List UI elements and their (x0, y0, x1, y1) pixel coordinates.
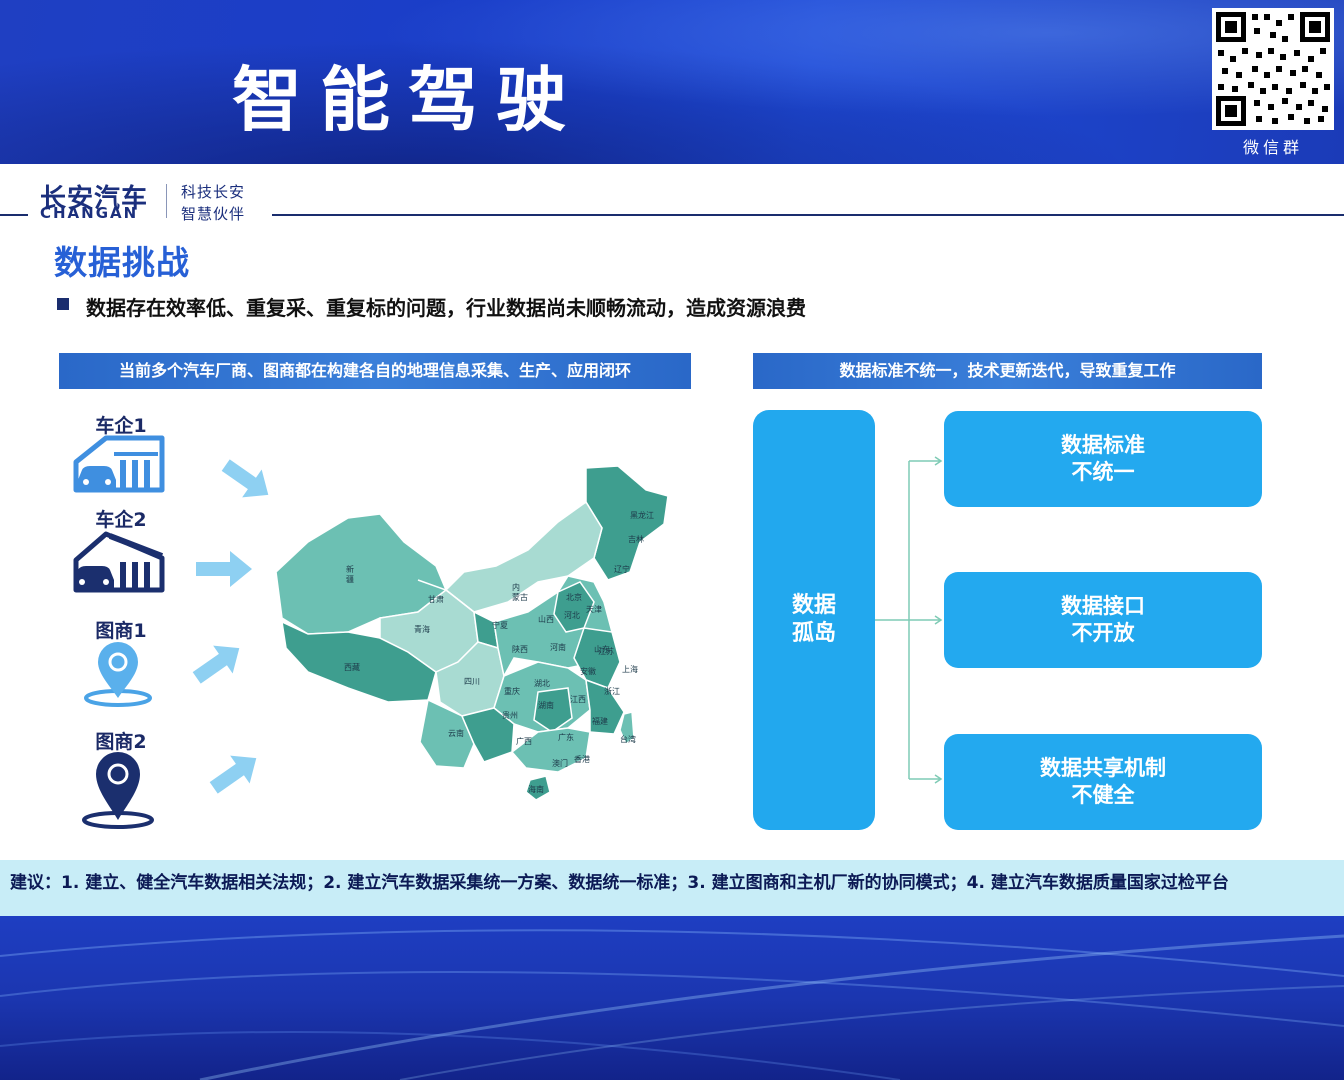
footer-band (0, 916, 1344, 1080)
box-label: 不统一 (1071, 460, 1135, 484)
svg-text:吉林: 吉林 (628, 534, 644, 544)
brand-slogan: 智慧伙伴 (181, 205, 246, 223)
svg-text:甘肃: 甘肃 (428, 594, 444, 604)
arrow-icon (203, 748, 267, 794)
svg-text:海南: 海南 (528, 784, 544, 794)
svg-text:澳门: 澳门 (552, 758, 568, 768)
island-label: 数据 (791, 593, 836, 618)
brand-slogan: 科技长安 (181, 183, 246, 201)
svg-text:陕西: 陕西 (512, 644, 528, 654)
box-label: 不健全 (1071, 783, 1135, 807)
page-title: 智能驾驶 (232, 59, 584, 141)
map-pin-icon (70, 750, 166, 830)
svg-text:福建: 福建 (592, 716, 608, 726)
challenge-box: 数据接口 不开放 (944, 572, 1262, 668)
brand-logo-en: CHANGAN (40, 204, 139, 222)
box-label: 数据共享机制 (1040, 756, 1166, 780)
right-banner: 数据标准不统一，技术更新迭代，导致重复工作 (753, 353, 1262, 389)
svg-text:湖北: 湖北 (534, 679, 550, 688)
box-label: 数据接口 (1061, 594, 1145, 618)
svg-text:内: 内 (512, 582, 520, 592)
box-label: 数据标准 (1061, 433, 1145, 457)
data-island-block: 数据 孤岛 (753, 410, 875, 830)
svg-text:黑龙江: 黑龙江 (630, 510, 654, 520)
svg-text:重庆: 重庆 (504, 686, 520, 696)
svg-text:贵州: 贵州 (502, 710, 518, 720)
suggestion-text: 建议：1. 建立、健全汽车数据相关法规；2. 建立汽车数据采集统一方案、数据统一… (10, 873, 1229, 893)
svg-text:新: 新 (346, 564, 354, 574)
island-label: 孤岛 (791, 621, 836, 646)
svg-text:上海: 上海 (622, 664, 638, 674)
svg-text:河南: 河南 (550, 642, 566, 652)
bullet-text: 数据存在效率低、重复采、重复标的问题，行业数据尚未顺畅流动，造成资源浪费 (86, 296, 806, 320)
challenge-box: 数据标准 不统一 (944, 411, 1262, 507)
box-label: 不开放 (1071, 621, 1135, 645)
svg-text:江苏: 江苏 (598, 646, 614, 656)
svg-text:广西: 广西 (516, 736, 532, 746)
arrow-icon (192, 547, 256, 587)
china-map: 新疆 西藏 青海 甘肃 内蒙古 宁夏 陕西 山西 河北 北京 天津 辽宁 吉林 黑龙江 山东 河南… (268, 462, 678, 812)
svg-text:云南: 云南 (448, 728, 464, 738)
svg-text:蒙古: 蒙古 (512, 592, 528, 602)
car-garage-icon (70, 432, 166, 512)
svg-text:河北: 河北 (564, 610, 580, 620)
svg-text:西藏: 西藏 (344, 662, 360, 672)
svg-text:北京: 北京 (566, 592, 582, 602)
entity-label: 图商1 (95, 620, 147, 642)
bullet-square-icon (57, 298, 69, 310)
svg-text:台湾: 台湾 (620, 734, 636, 744)
challenge-box: 数据共享机制 不健全 (944, 734, 1262, 830)
divider-line (272, 214, 1344, 216)
svg-text:辽宁: 辽宁 (614, 564, 630, 574)
arrow-icon (186, 638, 250, 684)
svg-text:广东: 广东 (558, 732, 574, 742)
divider-line (0, 214, 28, 216)
connector-lines (875, 455, 945, 785)
svg-text:浙江: 浙江 (604, 686, 620, 696)
svg-text:宁夏: 宁夏 (492, 620, 508, 630)
header-band (0, 0, 1344, 164)
qr-code-image (1212, 8, 1334, 130)
svg-text:安徽: 安徽 (580, 666, 596, 676)
car-garage-icon (70, 528, 166, 608)
svg-text:香港: 香港 (574, 754, 590, 764)
map-pin-icon (70, 640, 166, 720)
svg-text:疆: 疆 (346, 575, 354, 584)
svg-text:天津: 天津 (586, 604, 602, 614)
svg-text:四川: 四川 (464, 677, 480, 686)
svg-text:湖南: 湖南 (538, 700, 554, 710)
brand-separator (166, 184, 167, 218)
qr-label: 微信群 (1242, 138, 1303, 157)
svg-text:江西: 江西 (570, 695, 586, 704)
section-title: 数据挑战 (54, 243, 190, 282)
svg-text:山西: 山西 (538, 614, 554, 624)
svg-text:青海: 青海 (414, 624, 430, 634)
left-banner: 当前多个汽车厂商、图商都在构建各自的地理信息采集、生产、应用闭环 (59, 353, 691, 389)
